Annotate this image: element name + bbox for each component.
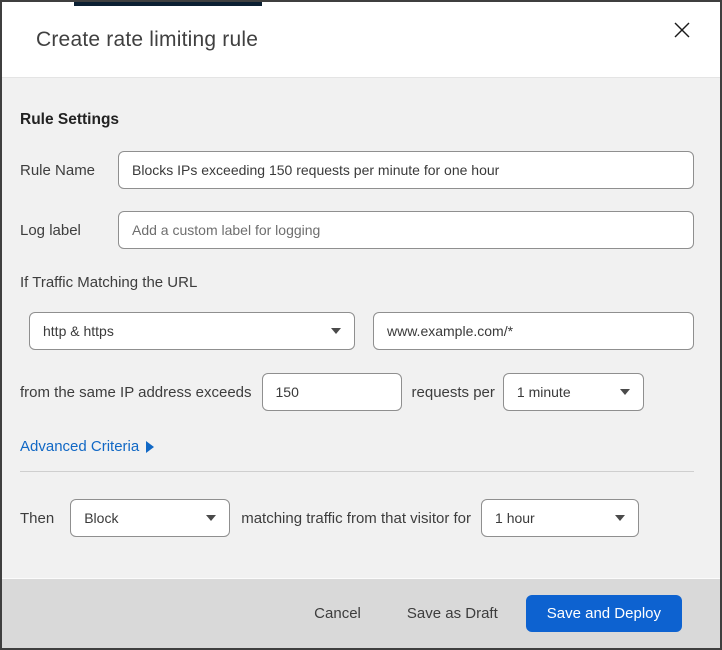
cancel-button[interactable]: Cancel [308, 597, 367, 630]
chevron-down-icon [331, 328, 341, 334]
chevron-down-icon [206, 515, 217, 521]
log-label-input[interactable] [118, 211, 694, 249]
duration-select-value: 1 hour [495, 510, 535, 526]
duration-select[interactable]: 1 hour [481, 499, 640, 537]
rule-name-input[interactable] [118, 151, 694, 189]
url-pattern-input[interactable] [373, 312, 694, 350]
rule-name-row: Rule Name [20, 151, 694, 189]
url-match-row: http & https [29, 312, 694, 350]
dialog-footer: Cancel Save as Draft Save and Deploy [2, 578, 720, 648]
log-label-label: Log label [20, 221, 81, 239]
section-divider [20, 471, 694, 472]
chevron-down-icon [615, 515, 626, 521]
threshold-input[interactable] [261, 373, 402, 411]
dialog-header: Create rate limiting rule [2, 2, 720, 78]
threshold-text: from the same IP address exceeds [20, 383, 252, 401]
period-select-value: 1 minute [516, 384, 571, 400]
log-label-row: Log label [20, 211, 694, 249]
threshold-row: from the same IP address exceeds request… [20, 373, 694, 411]
period-select[interactable]: 1 minute [502, 373, 644, 411]
top-accent-bar [74, 2, 262, 6]
action-row: Then Block matching traffic from that vi… [20, 499, 694, 537]
action-select[interactable]: Block [70, 499, 231, 537]
chevron-down-icon [619, 389, 630, 395]
close-button[interactable] [668, 19, 696, 47]
traffic-match-intro: If Traffic Matching the URL [20, 274, 198, 291]
rule-name-label: Rule Name [20, 161, 96, 179]
save-as-draft-button[interactable]: Save as Draft [401, 597, 504, 630]
then-label: Then [20, 509, 55, 527]
save-and-deploy-button[interactable]: Save and Deploy [525, 595, 682, 632]
dialog-body: Rule Settings Rule Name Log label If Tra… [2, 78, 720, 578]
scheme-select-value: http & https [43, 323, 114, 339]
advanced-criteria-label: Advanced Criteria [20, 438, 140, 455]
requests-per-text: requests per [411, 383, 495, 401]
advanced-criteria-link[interactable]: Advanced Criteria [20, 438, 155, 455]
action-middle-text: matching traffic from that visitor for [241, 509, 472, 527]
dialog-title: Create rate limiting rule [36, 27, 259, 51]
rule-settings-heading: Rule Settings [20, 111, 120, 128]
scheme-select[interactable]: http & https [29, 312, 355, 350]
create-rate-limiting-rule-dialog: Create rate limiting rule Rule Settings … [0, 0, 722, 650]
close-icon [673, 21, 691, 44]
action-select-value: Block [84, 510, 119, 526]
chevron-right-icon [146, 440, 155, 453]
